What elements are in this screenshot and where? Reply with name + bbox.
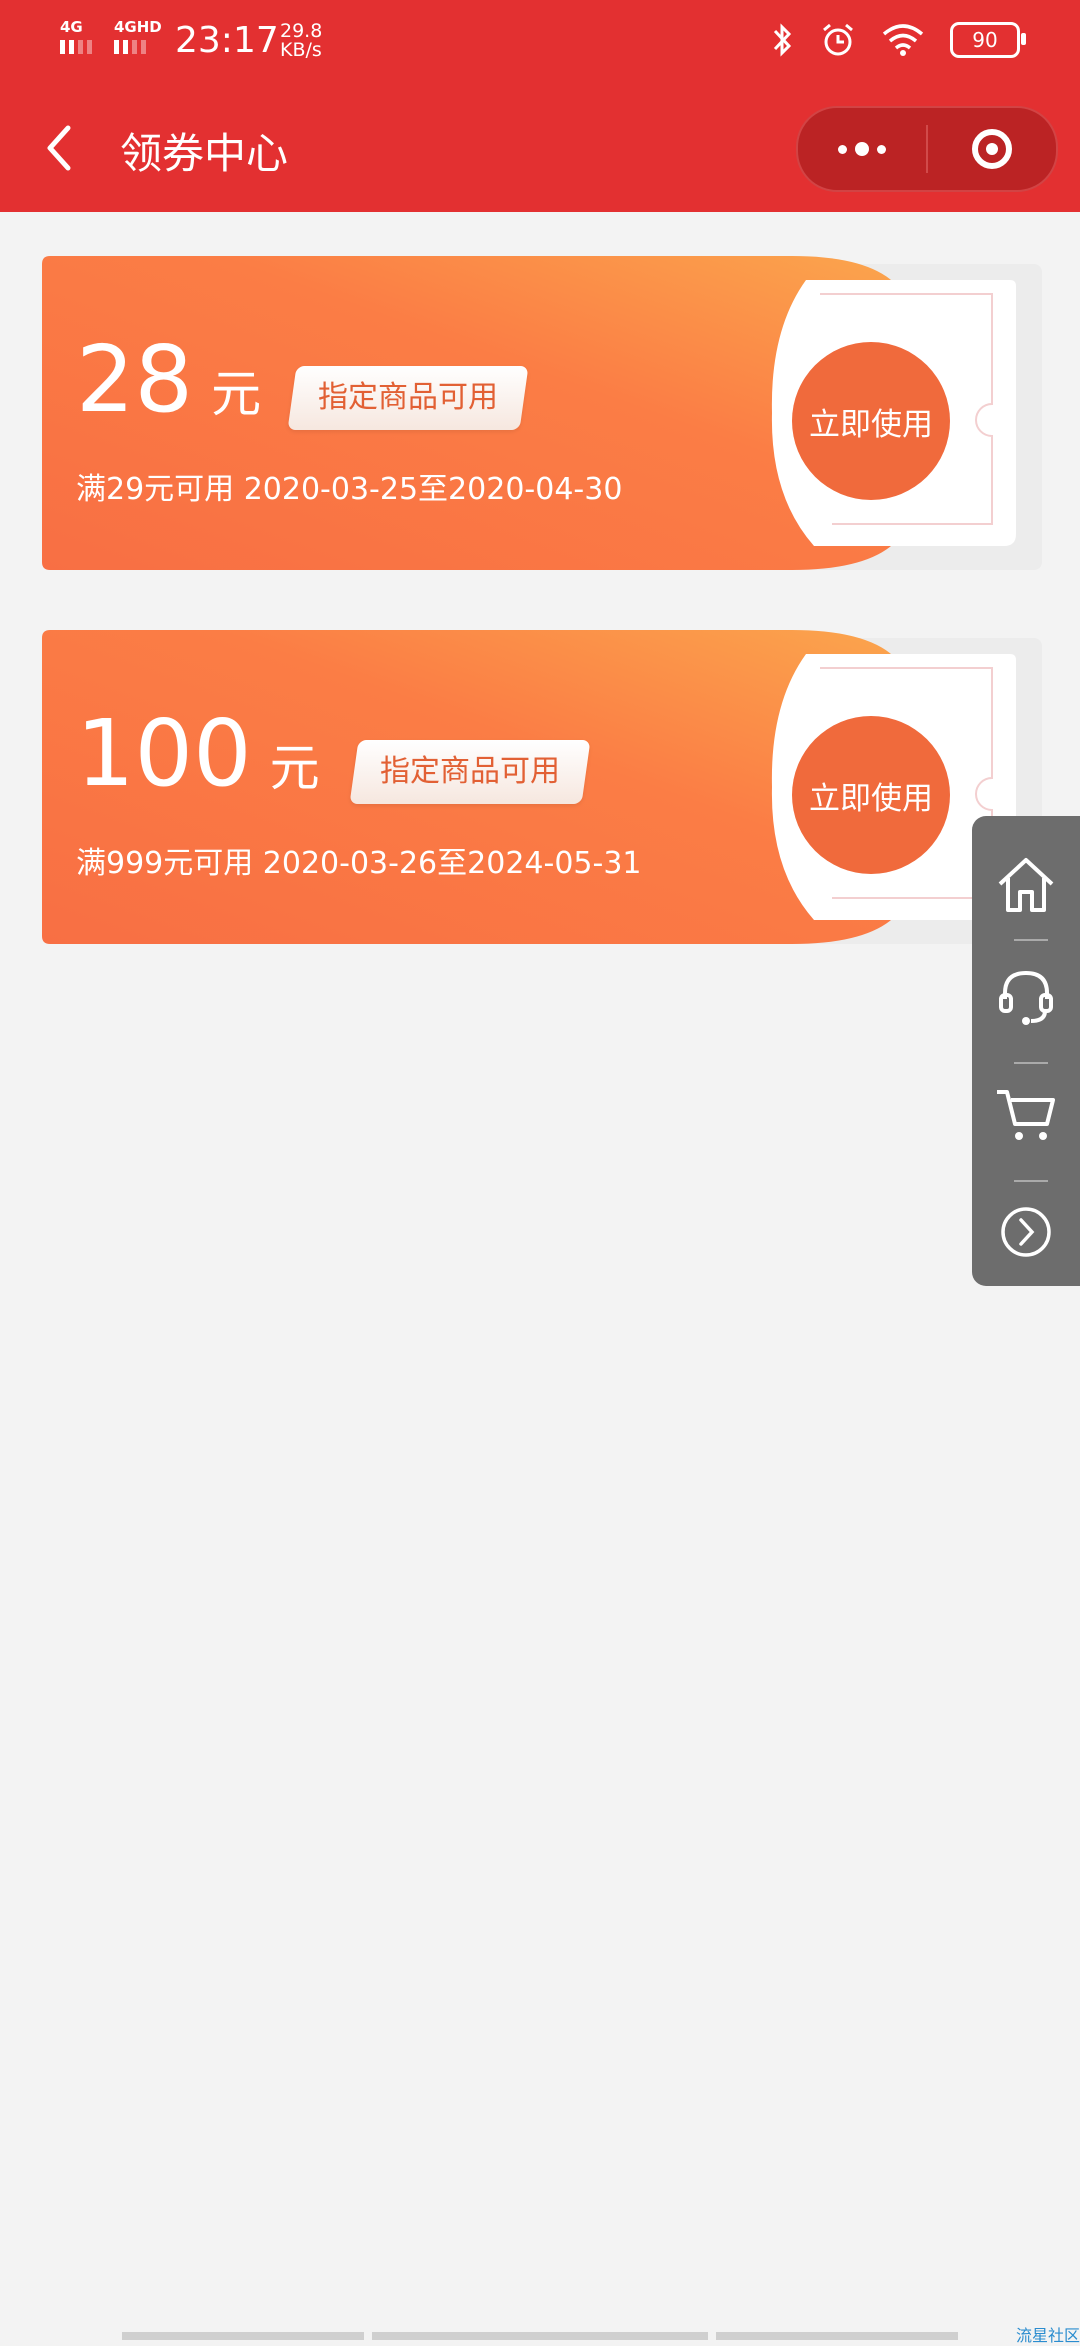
amount-value: 100 <box>76 700 252 807</box>
target-icon <box>972 129 1012 169</box>
alarm-icon <box>823 23 853 56</box>
coupon-tag: 指定商品可用 <box>287 366 529 430</box>
side-divider <box>1014 1062 1048 1064</box>
side-divider <box>1014 939 1048 941</box>
amount-unit: 元 <box>211 365 262 423</box>
signal-2-bars <box>114 40 162 54</box>
amount-unit: 元 <box>269 739 320 797</box>
signal-1-bars <box>60 40 92 54</box>
coupon-condition: 满999元可用 2020-03-26至2024-05-31 <box>76 846 642 881</box>
signal-2-label: 4GHD <box>114 18 162 36</box>
scroll-indicator <box>716 2332 958 2340</box>
status-bar: 4G 4GHD 23:17 29.8 KB/s 90 <box>0 0 1080 90</box>
page-title: 领券中心 <box>120 129 289 178</box>
use-now-button[interactable]: 立即使用 <box>792 716 950 874</box>
chevron-right-icon <box>1001 1207 1051 1257</box>
back-arrow-icon[interactable] <box>40 118 80 178</box>
status-icons: 90 <box>772 22 1026 58</box>
side-home-button[interactable] <box>972 844 1080 924</box>
clock: 23:17 <box>175 20 279 61</box>
coupon-amount: 28 元 <box>76 334 261 426</box>
floating-side-menu <box>972 816 1080 1286</box>
more-button[interactable] <box>798 108 926 190</box>
nav-bar: 领券中心 <box>0 90 1080 212</box>
coupon-amount: 100 元 <box>76 708 320 800</box>
scroll-indicator <box>372 2332 708 2340</box>
side-divider <box>1014 1180 1048 1182</box>
signal-1: 4G <box>60 18 92 54</box>
side-expand-button[interactable] <box>972 1192 1080 1272</box>
coupon-condition: 满29元可用 2020-03-25至2020-04-30 <box>76 472 623 507</box>
headset-icon <box>999 970 1053 1025</box>
close-mini-program-button[interactable] <box>928 108 1056 190</box>
scroll-indicator <box>122 2332 364 2340</box>
battery-level: 90 <box>972 28 998 52</box>
network-speed: 29.8 KB/s <box>280 22 322 60</box>
home-icon <box>998 858 1054 912</box>
mini-program-capsule <box>796 106 1058 192</box>
more-dots-icon <box>838 142 886 156</box>
side-service-button[interactable] <box>972 956 1080 1036</box>
amount-value: 28 <box>76 326 194 433</box>
top-bar: 4G 4GHD 23:17 29.8 KB/s 90 领券中心 <box>0 0 1080 212</box>
signal-2: 4GHD <box>114 18 162 54</box>
speed-unit: KB/s <box>280 39 322 61</box>
use-now-button[interactable]: 立即使用 <box>792 342 950 500</box>
coupon-tag-label: 指定商品可用 <box>380 754 560 789</box>
coupon-tag-label: 指定商品可用 <box>318 380 498 415</box>
battery-icon: 90 <box>950 22 1026 58</box>
watermark: 流星社区 <box>1015 2326 1080 2345</box>
coupon-card: 100 元 指定商品可用 满999元可用 2020-03-26至2024-05-… <box>42 630 1042 944</box>
wifi-icon <box>882 24 924 56</box>
bluetooth-icon <box>773 23 792 57</box>
side-cart-button[interactable] <box>972 1074 1080 1154</box>
cart-icon <box>997 1090 1055 1140</box>
coupon-card: 28 元 指定商品可用 满29元可用 2020-03-25至2020-04-30… <box>42 256 1042 570</box>
signal-1-label: 4G <box>60 18 83 36</box>
coupon-tag: 指定商品可用 <box>349 740 591 804</box>
